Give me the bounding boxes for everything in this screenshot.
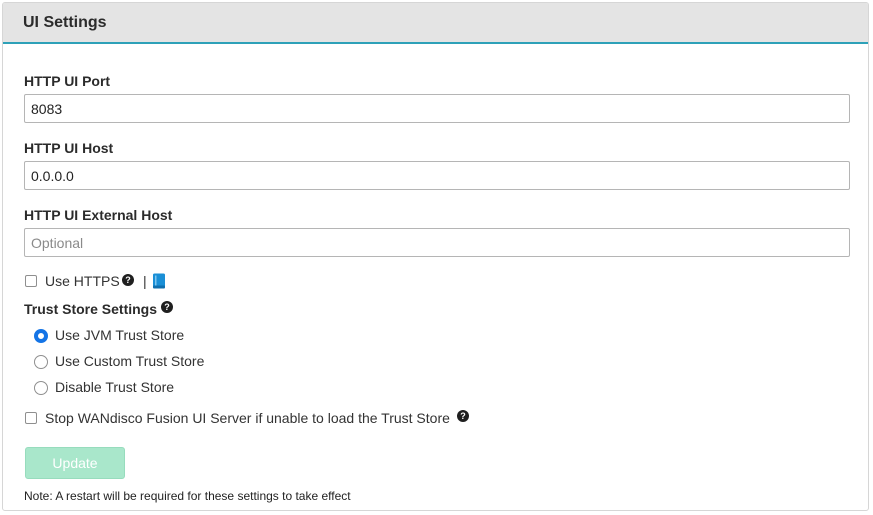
stop-server-label: Stop WANdisco Fusion UI Server if unable… [45,410,450,426]
http-ui-port-input[interactable] [24,94,850,123]
question-circle-icon[interactable]: ? [457,410,469,422]
use-custom-trust-store-radio[interactable] [34,355,48,369]
disable-trust-store-label: Disable Trust Store [55,379,175,395]
http-ui-host-input[interactable] [24,161,850,190]
http-ui-host-label: HTTP UI Host [24,140,114,156]
book-icon[interactable] [152,273,166,289]
question-circle-icon[interactable]: ? [161,301,173,313]
restart-note: Note: A restart will be required for the… [24,489,351,503]
use-custom-trust-store-label: Use Custom Trust Store [55,353,205,369]
http-ui-external-host-input[interactable] [24,228,850,257]
use-jvm-trust-store-radio[interactable] [34,329,48,343]
http-ui-port-label: HTTP UI Port [24,73,111,89]
http-ui-external-host-label: HTTP UI External Host [24,207,173,223]
ui-settings-panel: UI Settings HTTP UI Port HTTP UI Host HT… [2,2,869,511]
trust-store-settings-title: Trust Store Settings [24,301,158,317]
update-button[interactable]: Update [25,447,125,479]
use-https-label: Use HTTPS [45,273,120,289]
question-circle-icon[interactable]: ? [122,274,134,286]
use-https-checkbox[interactable] [25,275,37,287]
disable-trust-store-radio[interactable] [34,381,48,395]
panel-title: UI Settings [23,13,107,31]
panel-header: UI Settings [3,3,868,44]
use-jvm-trust-store-label: Use JVM Trust Store [55,327,185,343]
separator: | [143,273,147,289]
stop-server-checkbox[interactable] [25,412,37,424]
